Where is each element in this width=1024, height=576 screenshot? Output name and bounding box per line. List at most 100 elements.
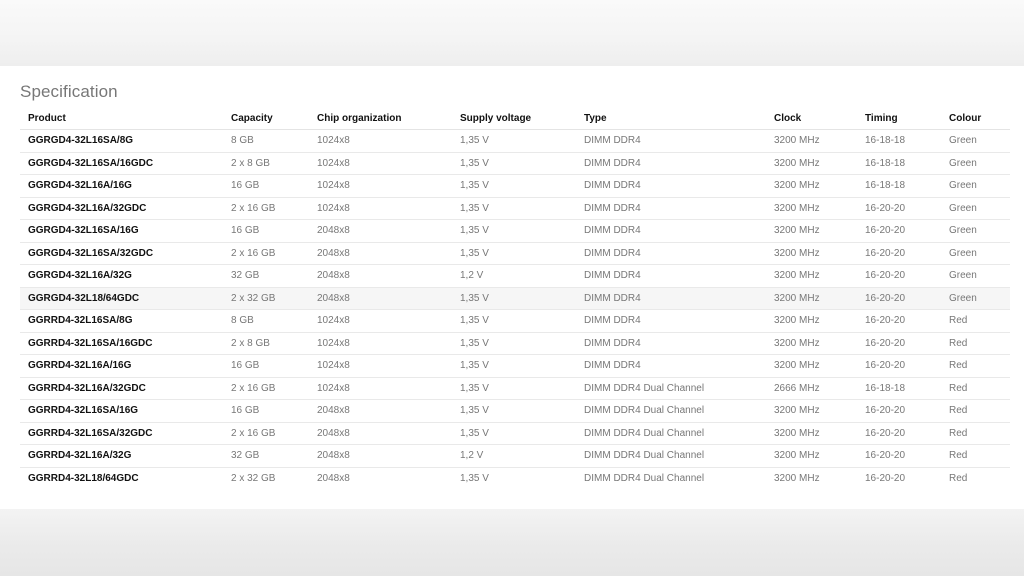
cell-supply-voltage: 1,35 V	[452, 399, 576, 423]
cell-product: GGRRD4-32L16SA/32GDC	[20, 422, 223, 445]
table-body: GGRGD4-32L16SA/8G 8 GB 1024x8 1,35 V DIMM DD…	[20, 129, 1010, 490]
cell-clock: 3200 MHz	[766, 129, 857, 153]
cell-product: GGRGD4-32L16A/32G	[20, 264, 223, 288]
cell-colour: Green	[941, 242, 1010, 265]
table-row: GGRGD4-32L16A/32G 32 GB 2048x8 1,2 V DIMM DD…	[20, 264, 1010, 288]
cell-timing: 16-20-20	[857, 264, 941, 288]
bottom-backdrop	[0, 509, 1024, 576]
cell-timing: 16-18-18	[857, 377, 941, 400]
column-header-type: Type	[576, 108, 766, 130]
cell-supply-voltage: 1,35 V	[452, 422, 576, 445]
cell-colour: Green	[941, 152, 1010, 175]
cell-supply-voltage: 1,35 V	[452, 287, 576, 310]
section-heading: Specification	[20, 82, 118, 101]
table-row: GGRRD4-32L16SA/16GDC 2 x 8 GB 1024x8 1,35 V…	[20, 332, 1010, 355]
cell-chip-organization: 2048x8	[309, 219, 452, 243]
table-row: GGRRD4-32L18/64GDC 2 x 32 GB 2048x8 1,35 V D…	[20, 467, 1010, 489]
table-row: GGRGD4-32L16SA/16GDC 2 x 8 GB 1024x8 1,35 V…	[20, 152, 1010, 175]
column-header-capacity: Capacity	[223, 108, 309, 130]
table-row: GGRGD4-32L18/64GDC 2 x 32 GB 2048x8 1,35 VD…	[20, 287, 1010, 310]
cell-type: DIMM DDR4	[576, 309, 766, 333]
cell-timing: 16-20-20	[857, 422, 941, 445]
cell-clock: 3200 MHz	[766, 242, 857, 265]
cell-clock: 3200 MHz	[766, 174, 857, 198]
cell-capacity: 2 x 16 GB	[223, 242, 309, 265]
cell-clock: 3200 MHz	[766, 197, 857, 220]
cell-chip-organization: 2048x8	[317, 472, 350, 484]
cell-colour: Green	[941, 174, 1010, 198]
cell-supply-voltage: 1,35 V	[452, 197, 576, 220]
cell-capacity: 2 x 8 GB	[223, 332, 309, 355]
cell-timing: 16-18-18	[857, 152, 941, 175]
table-row: GGRGD4-32L16A/16G 16 GB 1024x8 1,35 V DIMM D…	[20, 174, 1010, 198]
cell-supply-voltage: 1,35 V	[452, 152, 576, 175]
cell-type: DIMM DDR4	[576, 264, 766, 288]
cell-timing: 16-20-20	[857, 399, 941, 423]
cell-capacity: 8 GB	[223, 309, 309, 333]
cell-clock: 3200 MHz	[774, 472, 820, 484]
table-row: GGRGD4-32L16A/32GDC 2 x 16 GB 1024x8 1,35 V…	[20, 197, 1010, 220]
cell-timing: 16-18-18	[857, 129, 941, 153]
cell-product: GGRGD4-32L16SA/8G	[20, 129, 223, 153]
cell-product: GGRGD4-32L16SA/16G	[20, 219, 223, 243]
cell-supply-voltage: 1,2 V	[452, 444, 576, 468]
cell-colour: Red	[941, 332, 1010, 355]
cell-clock: 3200 MHz	[766, 332, 857, 355]
cell-chip-organization: 2048x8	[309, 242, 452, 265]
cell-colour: Red	[941, 422, 1010, 445]
cell-supply-voltage: 1,35 V	[452, 377, 576, 400]
column-header-product: Product	[20, 108, 223, 130]
cell-type: DIMM DDR4	[576, 152, 766, 175]
cell-clock: 3200 MHz	[766, 444, 857, 468]
table-row: GGRGD4-32L16SA/16G 16 GB 2048x8 1,35 V DIMM …	[20, 219, 1010, 243]
cell-type: DIMM DDR4	[576, 129, 766, 153]
cell-type: DIMM DDR4 Dual Channel	[576, 399, 766, 423]
cell-supply-voltage: 1,35 V	[452, 174, 576, 198]
column-header-colour: Colour	[941, 108, 1010, 130]
specification-table: Product Capacity Chip organization Suppl…	[20, 108, 1010, 489]
cell-product: GGRGD4-32L16A/32GDC	[20, 197, 223, 220]
table-row: GGRRD4-32L16SA/16G 16 GB 2048x8 1,35 V DIMM …	[20, 399, 1010, 423]
cell-supply-voltage: 1,35 V	[452, 354, 576, 378]
cell-timing: 16-20-20	[857, 287, 941, 310]
cell-capacity: 16 GB	[223, 354, 309, 378]
cell-chip-organization: 1024x8	[309, 152, 452, 175]
cell-type: DIMM DDR4	[576, 354, 766, 378]
cell-type: DIMM DDR4	[576, 287, 766, 310]
table-row: GGRGD4-32L16SA/8G 8 GB 1024x8 1,35 V DIMM DD…	[20, 129, 1010, 153]
cell-colour: Green	[941, 197, 1010, 220]
table-row: GGRGD4-32L16SA/32GDC 2 x 16 GB 2048x8 1,35 …	[20, 242, 1010, 265]
cell-timing: 16-20-20	[865, 472, 906, 484]
cell-type: DIMM DDR4	[576, 174, 766, 198]
cell-chip-organization: 1024x8	[309, 174, 452, 198]
column-header-chip-organization: Chip organization	[309, 108, 452, 130]
cell-chip-organization: 1024x8	[309, 129, 452, 153]
cell-product: GGRRD4-32L16SA/16G	[20, 399, 223, 423]
table-header-row: Product Capacity Chip organization Suppl…	[20, 108, 1010, 130]
cell-capacity: 2 x 32 GB	[231, 472, 276, 484]
cell-clock: 3200 MHz	[766, 309, 857, 333]
cell-product: GGRRD4-32L18/64GDC	[28, 472, 139, 484]
cell-supply-voltage: 1,35 V	[452, 309, 576, 333]
cell-supply-voltage: 1,35 V	[452, 129, 576, 153]
cell-colour: Red	[941, 444, 1010, 468]
cell-capacity: 8 GB	[223, 129, 309, 153]
cell-capacity: 32 GB	[223, 264, 309, 288]
cell-colour: Red	[941, 399, 1010, 423]
cell-supply-voltage: 1,35 V	[460, 472, 489, 484]
cell-type: DIMM DDR4	[576, 332, 766, 355]
cell-type: DIMM DDR4 Dual Channel	[576, 422, 766, 445]
cell-type: DIMM DDR4 Dual Channel	[584, 472, 705, 484]
cell-colour: Red	[941, 377, 1010, 400]
cell-capacity: 2 x 16 GB	[223, 422, 309, 445]
cell-clock: 3200 MHz	[766, 354, 857, 378]
cell-product: GGRGD4-32L16SA/16GDC	[20, 152, 223, 175]
cell-colour: Red	[941, 309, 1010, 333]
column-header-supply-voltage: Supply voltage	[452, 108, 576, 130]
cell-product: GGRRD4-32L16A/16G	[20, 354, 223, 378]
cell-product: GGRGD4-32L18/64GDC	[20, 287, 223, 310]
cell-capacity: 2 x 16 GB	[223, 377, 309, 400]
cell-capacity: 2 x 8 GB	[223, 152, 309, 175]
cell-supply-voltage: 1,35 V	[452, 332, 576, 355]
cell-type: DIMM DDR4	[576, 242, 766, 265]
